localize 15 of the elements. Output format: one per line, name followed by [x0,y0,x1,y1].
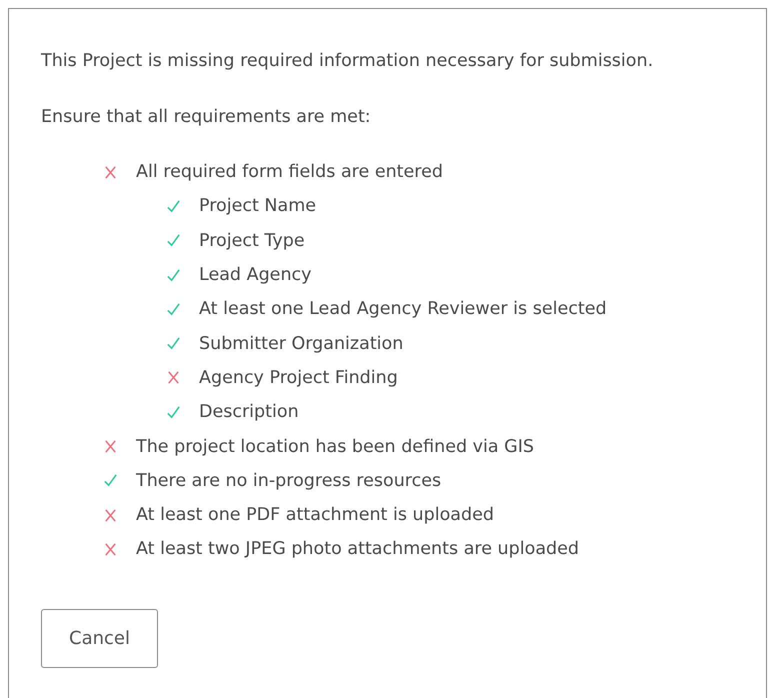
requirement-text: Project Type [199,230,305,251]
instruction-text: Ensure that all requirements are met: [41,106,372,129]
requirement-text: All required form fields are entered [136,162,443,182]
requirement-text: Lead Agency [199,265,312,286]
requirement-text: At least one PDF attachment is uploaded [136,505,494,526]
cancel-button[interactable]: Cancel [41,608,158,668]
requirement-text: At least one Lead Agency Reviewer is selected [199,299,607,320]
requirement-text: Project Name [199,196,316,216]
requirement-text: Submitter Organization [199,334,404,354]
requirement-text: There are no in-progress resources [136,470,442,491]
requirement-text: Description [199,402,299,422]
requirement-text: At least two JPEG photo attachments are uploaded [136,539,580,560]
requirement-text: The project location has been defined via GIS [136,436,534,457]
message-text: This Project is missing required information necessary for submission. [41,50,654,73]
requirement-text: Agency Project Finding [199,368,398,388]
